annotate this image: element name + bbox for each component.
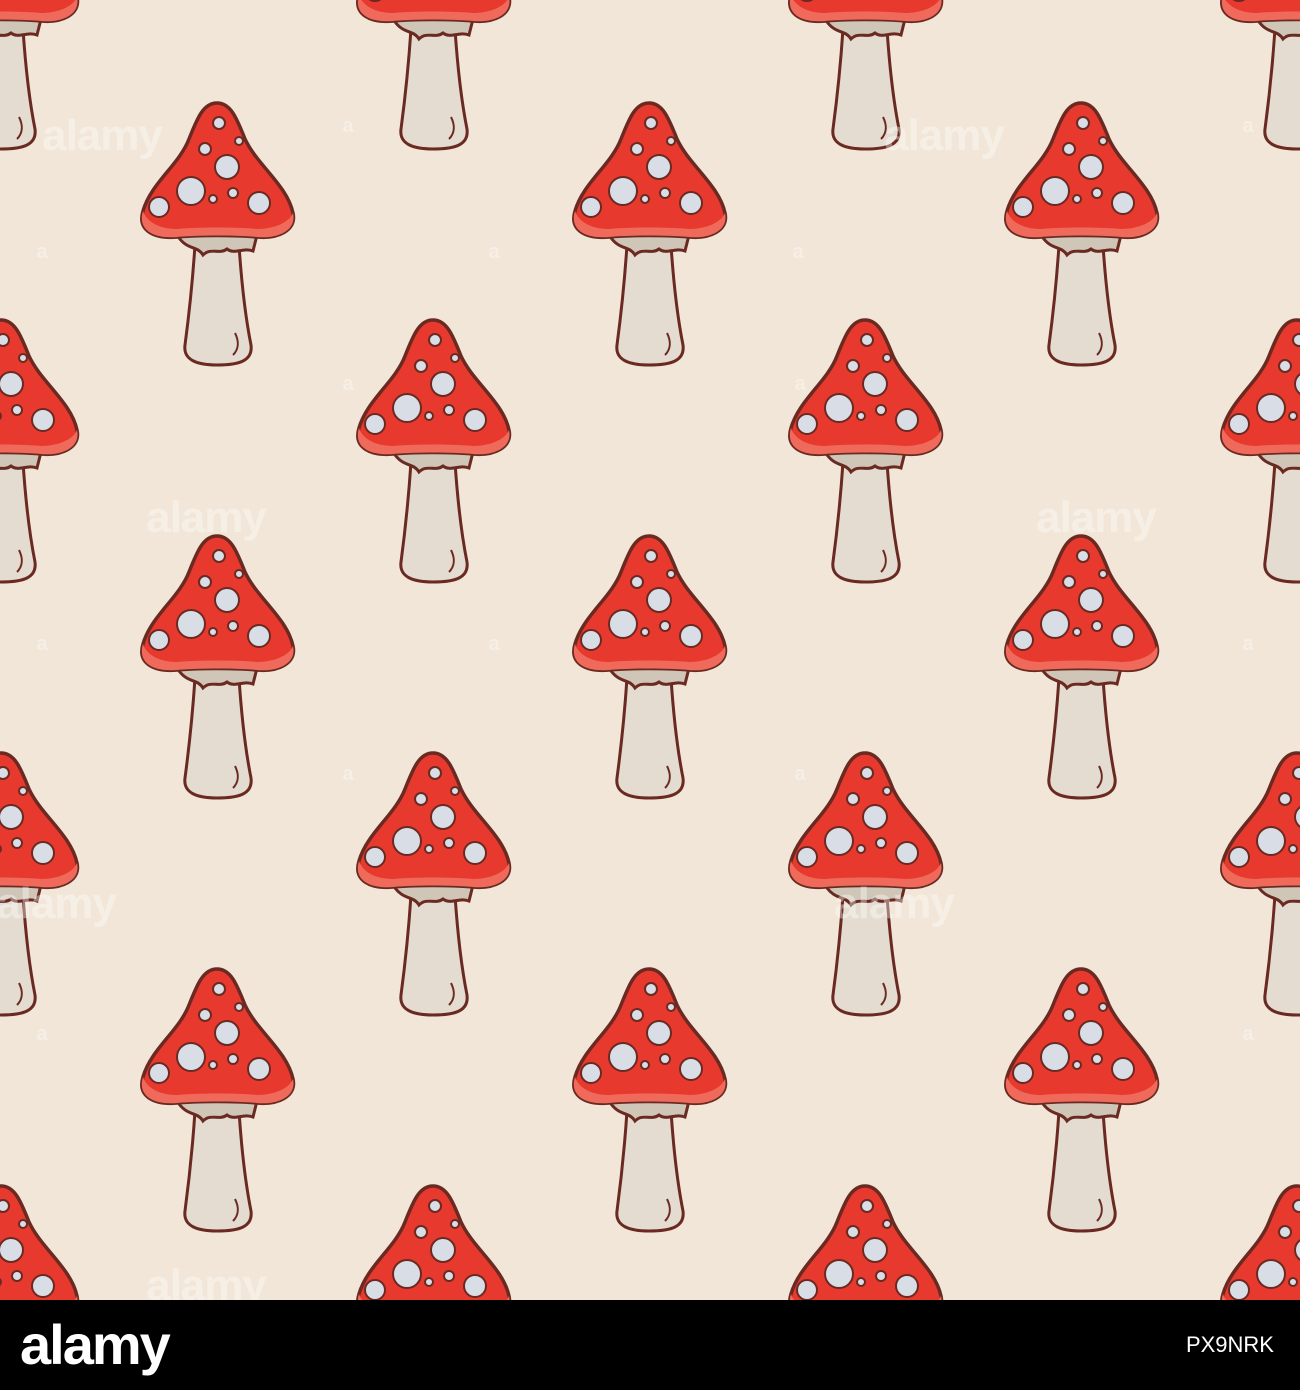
watermark-text: alamy [42, 111, 163, 160]
watermark-text: alamy [146, 493, 267, 542]
brand-logo: alamy [20, 1313, 171, 1376]
watermark-mark: a [36, 633, 48, 655]
watermark-mark: a [792, 241, 804, 263]
watermark-mark: a [342, 763, 354, 785]
watermark-mark: a [794, 373, 806, 395]
watermark-mark: a [1242, 1023, 1254, 1045]
watermark-text: alamy [146, 1261, 267, 1300]
watermark-mark: a [1242, 633, 1254, 655]
watermark-text: alamy [1036, 493, 1157, 542]
mushroom-pattern: alamy alamy alamy alamy alamy alamy alamy a a a a a… [0, 0, 1300, 1300]
image-id: PX9NRK [1185, 1332, 1274, 1357]
watermark-mark: a [488, 241, 500, 263]
watermark-mark: a [36, 1023, 48, 1045]
watermark-mark: a [342, 373, 354, 395]
mushroom-grid [0, 0, 1300, 1300]
watermark-mark: a [488, 633, 500, 655]
pattern-canvas: alamy alamy alamy alamy alamy alamy alamy a a a a a… [0, 0, 1300, 1300]
watermark-mark: a [342, 115, 354, 137]
watermark-mark: a [794, 763, 806, 785]
watermark-text: alamy [884, 111, 1005, 160]
watermark-mark: a [1242, 115, 1254, 137]
watermark-mark: a [36, 241, 48, 263]
footer-bar: alamy PX9NRK [0, 1300, 1300, 1390]
watermark-text: alamy [834, 879, 955, 928]
watermark-text: alamy [0, 879, 117, 928]
